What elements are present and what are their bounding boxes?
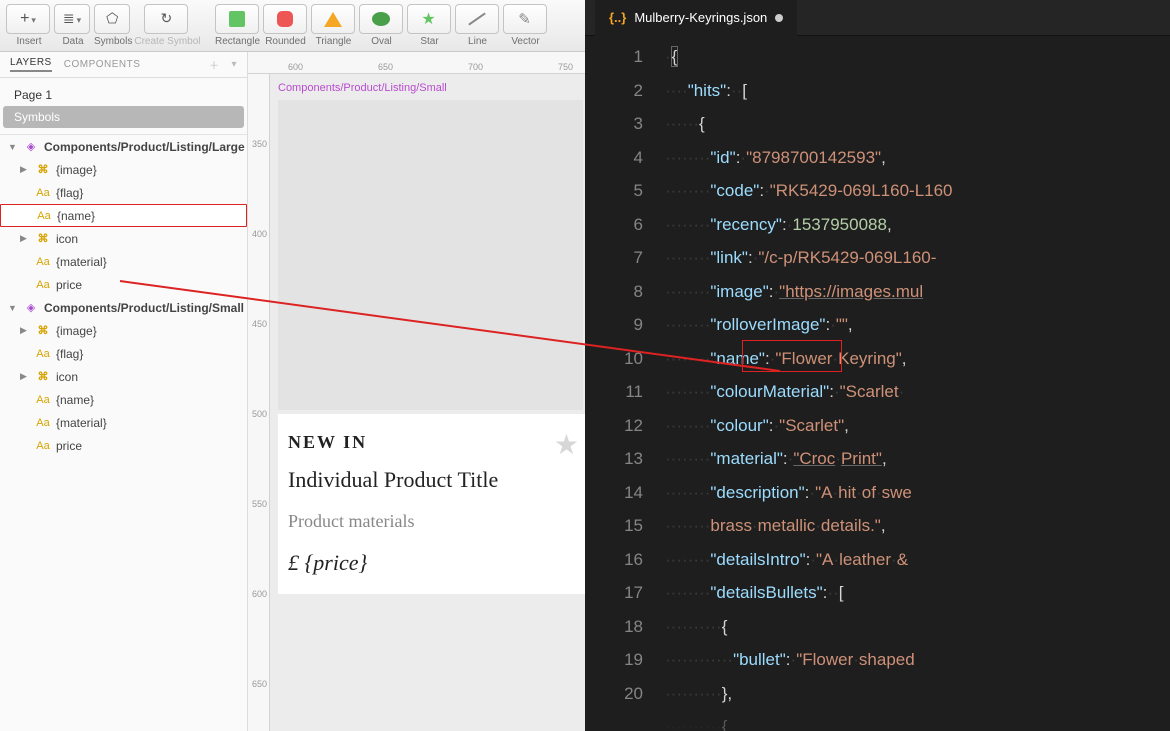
artboard-image-placeholder[interactable] bbox=[278, 100, 583, 410]
toolbar-vector[interactable]: Vector bbox=[503, 4, 549, 47]
tab-components[interactable]: COMPONENTS bbox=[64, 59, 141, 70]
vscode-editor: {..} Mulberry-Keyrings.json 123456789101… bbox=[585, 0, 1170, 731]
layer-item[interactable]: ▶⌘{image} bbox=[0, 158, 247, 181]
layer-item[interactable]: Aa{flag} bbox=[0, 181, 247, 204]
add-page-icon[interactable]: ＋ bbox=[209, 57, 220, 72]
tab-filename: Mulberry-Keyrings.json bbox=[634, 10, 767, 25]
product-material: Product materials bbox=[288, 511, 575, 532]
oval-icon bbox=[372, 12, 390, 26]
stack-icon bbox=[63, 10, 75, 28]
toolbar-star[interactable]: Star bbox=[407, 4, 453, 47]
json-file-icon: {..} bbox=[609, 10, 626, 25]
editor-tab[interactable]: {..} Mulberry-Keyrings.json bbox=[595, 0, 797, 36]
tab-layers[interactable]: LAYERS bbox=[10, 57, 52, 72]
toolbar-rounded[interactable]: Rounded bbox=[263, 4, 309, 47]
sketch-app: Insert Data Symbols Create Symbol Rectan… bbox=[0, 0, 585, 731]
layer-item[interactable]: Aaprice bbox=[0, 434, 247, 457]
layer-item[interactable]: Aa{material} bbox=[0, 411, 247, 434]
layers-panel: LAYERS COMPONENTS ＋ ▾ Page 1 Symbols ▼◈C… bbox=[0, 52, 248, 731]
editor-tabs: {..} Mulberry-Keyrings.json bbox=[585, 0, 1170, 36]
layer-item[interactable]: Aa{flag} bbox=[0, 342, 247, 365]
pentagon-icon bbox=[106, 10, 118, 28]
rectangle-icon bbox=[229, 11, 245, 27]
toolbar-line[interactable]: Line bbox=[455, 4, 501, 47]
page-item[interactable]: Page 1 bbox=[0, 84, 247, 106]
product-card: ★ NEW IN Individual Product Title Produc… bbox=[278, 414, 585, 594]
layer-item[interactable]: ▶⌘{image} bbox=[0, 319, 247, 342]
rounded-rect-icon bbox=[277, 11, 293, 27]
line-icon bbox=[468, 12, 486, 25]
layer-item[interactable]: ▶⌘icon bbox=[0, 227, 247, 250]
product-title: Individual Product Title bbox=[288, 467, 575, 493]
ruler-horizontal: 600 650 700 750 bbox=[248, 52, 585, 74]
sketch-toolbar: Insert Data Symbols Create Symbol Rectan… bbox=[0, 0, 585, 52]
toolbar-insert[interactable]: Insert bbox=[6, 4, 52, 47]
line-numbers: 1234567891011121314151617181920 bbox=[585, 36, 665, 731]
artboard-label[interactable]: Components/Product/Listing/Small bbox=[278, 82, 447, 94]
canvas[interactable]: 🔒 600 650 700 750 350 400 450 500 550 60… bbox=[248, 52, 585, 731]
layer-item-highlighted[interactable]: Aa{name} bbox=[0, 204, 247, 227]
refresh-icon bbox=[161, 10, 173, 28]
layers-list: ▼◈Components/Product/Listing/Large▶⌘{ima… bbox=[0, 135, 247, 731]
page-item-selected[interactable]: Symbols bbox=[3, 106, 244, 128]
toolbar-symbols[interactable]: Symbols bbox=[94, 4, 132, 47]
layer-item[interactable]: ▶⌘icon bbox=[0, 365, 247, 388]
toolbar-oval[interactable]: Oval bbox=[359, 4, 405, 47]
toolbar-triangle[interactable]: Triangle bbox=[311, 4, 357, 47]
unsaved-dot-icon bbox=[775, 14, 783, 22]
chevron-down-icon[interactable]: ▾ bbox=[231, 59, 237, 70]
favorite-star-icon[interactable]: ★ bbox=[554, 428, 579, 461]
ruler-vertical: 350 400 450 500 550 600 650 bbox=[248, 74, 270, 731]
code-content[interactable]: ·{····"hits":··[······{········"id":·"87… bbox=[665, 36, 1170, 731]
layer-group[interactable]: ▼◈Components/Product/Listing/Large bbox=[0, 135, 247, 158]
product-price: £ {price} bbox=[288, 550, 575, 576]
layer-group[interactable]: ▼◈Components/Product/Listing/Small bbox=[0, 296, 247, 319]
toolbar-data[interactable]: Data bbox=[54, 4, 92, 47]
toolbar-create-symbol: Create Symbol bbox=[134, 4, 200, 47]
chevron-down-icon bbox=[29, 10, 36, 28]
toolbar-rectangle[interactable]: Rectangle bbox=[215, 4, 261, 47]
code-editor[interactable]: 1234567891011121314151617181920 ·{····"h… bbox=[585, 36, 1170, 731]
product-flag: NEW IN bbox=[288, 432, 575, 453]
vector-icon bbox=[518, 10, 531, 29]
layer-item[interactable]: Aa{material} bbox=[0, 250, 247, 273]
star-icon bbox=[421, 9, 435, 29]
plus-icon bbox=[20, 10, 29, 28]
layer-item[interactable]: Aa{name} bbox=[0, 388, 247, 411]
triangle-icon bbox=[324, 12, 342, 27]
layer-item[interactable]: Aaprice bbox=[0, 273, 247, 296]
